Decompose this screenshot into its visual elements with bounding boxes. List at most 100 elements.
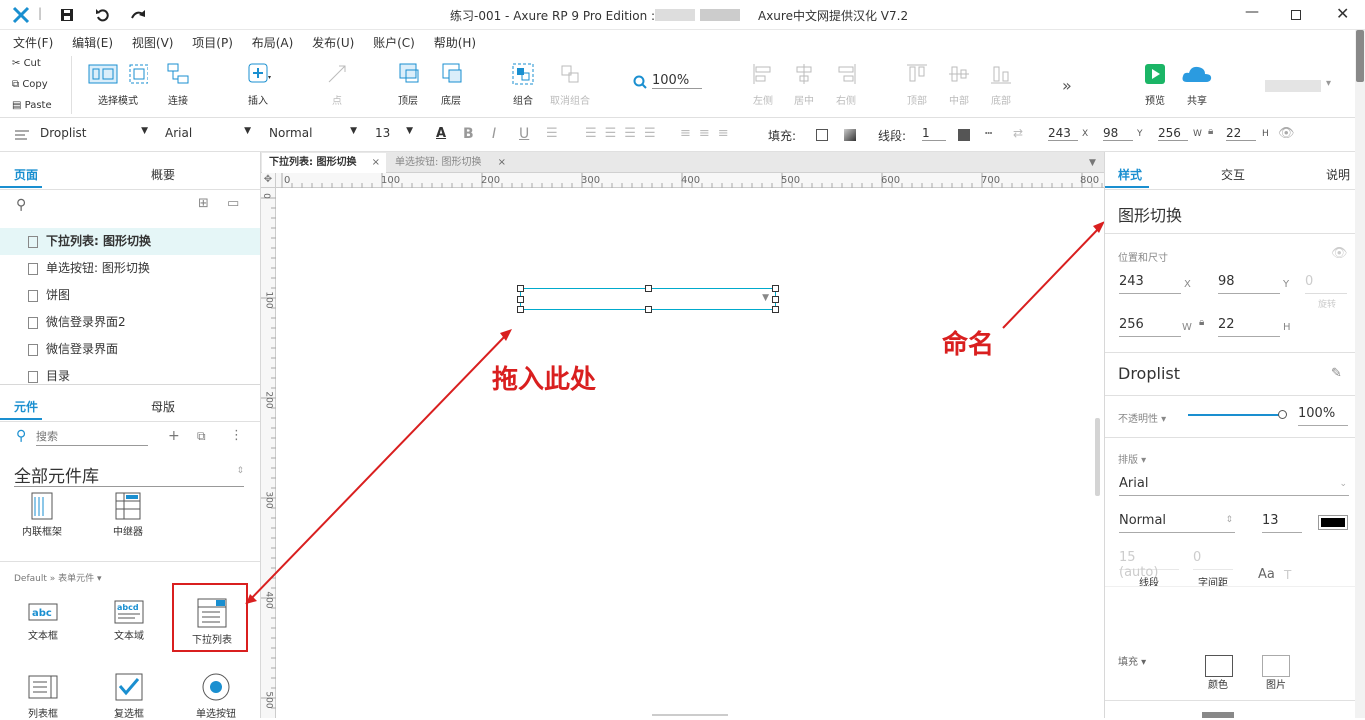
style-name[interactable]: Droplist xyxy=(1118,364,1180,383)
menu-file[interactable]: 文件(F) xyxy=(13,36,53,50)
fill-color-swatch[interactable] xyxy=(816,129,828,141)
add-page-icon[interactable]: ⊞ xyxy=(198,196,209,211)
font-color-button[interactable] xyxy=(1318,515,1348,530)
page-item[interactable]: 目录 xyxy=(0,363,260,390)
search-icon[interactable]: ⚲ xyxy=(16,197,26,213)
shadow-icon[interactable] xyxy=(844,129,856,141)
fill-image-button[interactable] xyxy=(1262,655,1290,677)
font-family-select[interactable]: Arial ▼ xyxy=(165,126,253,144)
ungroup-button[interactable]: 取消组合 xyxy=(548,62,592,107)
redo-icon[interactable] xyxy=(130,8,146,22)
menu-view[interactable]: 视图(V) xyxy=(132,36,174,50)
canvas-tab[interactable]: 单选按钮: 图形切换 × xyxy=(388,153,512,173)
connect-button[interactable]: 连接 xyxy=(160,62,196,107)
widget-checkbox[interactable]: 复选框 xyxy=(108,672,150,720)
resize-handle[interactable] xyxy=(517,285,524,292)
close-tab-icon[interactable]: × xyxy=(372,153,380,173)
bottom-layer-button[interactable]: 底层 xyxy=(436,62,466,107)
menu-help[interactable]: 帮助(H) xyxy=(434,36,476,50)
minimize-button[interactable]: — xyxy=(1245,4,1259,20)
widget-droplist[interactable]: 下拉列表 xyxy=(190,598,234,646)
library-select[interactable]: 全部元件库 ⇕ xyxy=(14,462,244,487)
align-center-button[interactable]: 居中 xyxy=(791,62,817,107)
account-dropdown-icon[interactable]: ▾ xyxy=(1326,78,1331,89)
tab-widgets[interactable]: 元件 xyxy=(14,398,38,415)
resize-handle[interactable] xyxy=(772,296,779,303)
tab-masters[interactable]: 母版 xyxy=(151,398,175,415)
copy-button[interactable]: ⧉ Copy xyxy=(12,79,48,90)
opacity-slider-thumb[interactable] xyxy=(1278,410,1287,419)
widget-name-input[interactable]: 图形切换 xyxy=(1118,202,1182,226)
rotation-input[interactable]: 0 xyxy=(1305,274,1347,294)
resize-handle[interactable] xyxy=(645,306,652,313)
edit-style-icon[interactable]: ✎ xyxy=(1331,366,1342,381)
visibility-eye-icon[interactable]: 👁︎ xyxy=(1331,246,1348,261)
canvas-tab-active[interactable]: 下拉列表: 图形切换 × xyxy=(262,153,386,173)
x-input[interactable]: 243 xyxy=(1048,126,1078,141)
maximize-button[interactable] xyxy=(1291,10,1301,20)
library-copy-icon[interactable]: ⧉ xyxy=(197,429,206,444)
widget-repeater[interactable]: 中继器 xyxy=(108,492,148,538)
align-left-button[interactable]: 左侧 xyxy=(750,62,776,107)
point-button[interactable]: 点 xyxy=(322,62,352,107)
border-swatch[interactable] xyxy=(1202,712,1234,718)
widget-search-input[interactable] xyxy=(36,428,148,446)
page-item[interactable]: 单选按钮: 图形切换 xyxy=(0,255,260,282)
italic-icon[interactable]: I xyxy=(492,126,496,142)
line-width-input[interactable]: 1 xyxy=(922,126,946,141)
underline-icon[interactable]: U xyxy=(519,126,529,142)
line-height-input[interactable]: 15 (auto) xyxy=(1119,550,1179,580)
menu-publish[interactable]: 发布(U) xyxy=(312,36,354,50)
page-item[interactable]: 下拉列表: 图形切换 xyxy=(0,228,260,255)
resize-handle[interactable] xyxy=(517,306,524,313)
tabs-dropdown-icon[interactable]: ▼ xyxy=(1089,158,1096,168)
resize-handle[interactable] xyxy=(772,306,779,313)
resize-handle[interactable] xyxy=(645,285,652,292)
widget-inline-frame[interactable]: 内联框架 xyxy=(22,492,62,538)
widget-textarea[interactable]: abcd 文本域 xyxy=(108,600,150,642)
w-input[interactable]: 256 xyxy=(1158,126,1188,141)
char-spacing-input[interactable]: 0 xyxy=(1193,550,1233,570)
h-input[interactable]: 22 xyxy=(1218,317,1280,337)
tab-outline[interactable]: 概要 xyxy=(151,166,175,183)
text-align-icons[interactable]: ☰☰☰☰ xyxy=(585,126,664,141)
tab-interactions[interactable]: 交互 xyxy=(1221,166,1245,183)
lock-icon[interactable]: 🔒︎ xyxy=(1208,126,1213,137)
design-canvas[interactable] xyxy=(261,152,1104,718)
save-icon[interactable] xyxy=(60,8,74,22)
opacity-slider-track[interactable] xyxy=(1188,414,1283,416)
undo-icon[interactable] xyxy=(95,8,109,22)
page-item[interactable]: 微信登录界面 xyxy=(0,336,260,363)
widget-style-select[interactable]: Droplist ▼ xyxy=(40,126,150,144)
w-input[interactable]: 256 xyxy=(1119,317,1181,337)
font-color-icon[interactable]: A xyxy=(436,126,446,141)
window-scroll-thumb[interactable] xyxy=(1356,30,1364,82)
insert-button[interactable]: 插入 xyxy=(238,62,278,107)
select-mode-button[interactable]: 选择模式 xyxy=(84,62,152,107)
category-header[interactable]: Default » 表单元件 ▾ xyxy=(14,571,102,584)
cut-button[interactable]: ✂ Cut xyxy=(12,58,41,69)
tab-notes[interactable]: 说明 xyxy=(1326,166,1350,183)
more-chevron-icon[interactable]: » xyxy=(1062,76,1072,95)
add-library-icon[interactable]: + xyxy=(168,428,180,444)
add-folder-icon[interactable]: ▭ xyxy=(227,196,239,211)
page-item[interactable]: 微信登录界面2 xyxy=(0,309,260,336)
close-tab-icon[interactable]: × xyxy=(498,153,506,173)
window-scrollbar[interactable] xyxy=(1355,30,1365,718)
y-input[interactable]: 98 xyxy=(1218,274,1280,294)
menu-edit[interactable]: 编辑(E) xyxy=(72,36,113,50)
eye-icon[interactable]: 👁︎ xyxy=(1278,126,1295,141)
tab-pages[interactable]: 页面 xyxy=(14,166,38,183)
ruler-origin-icon[interactable]: ✥ xyxy=(261,173,276,188)
text-shadow-icon[interactable]: T xyxy=(1284,568,1291,582)
font-size-input[interactable]: 13 xyxy=(1262,513,1302,533)
resize-handle[interactable] xyxy=(772,285,779,292)
y-input[interactable]: 98 xyxy=(1103,126,1133,141)
lock-icon[interactable]: 🔒︎ xyxy=(1199,317,1204,328)
font-family-select[interactable]: Arial ⌄ xyxy=(1119,476,1349,496)
close-button[interactable]: ✕ xyxy=(1336,4,1349,23)
top-layer-button[interactable]: 顶层 xyxy=(393,62,423,107)
paste-button[interactable]: ▤ Paste xyxy=(12,100,52,111)
zoom-select[interactable]: 100% xyxy=(652,73,702,89)
menu-account[interactable]: 账户(C) xyxy=(373,36,415,50)
